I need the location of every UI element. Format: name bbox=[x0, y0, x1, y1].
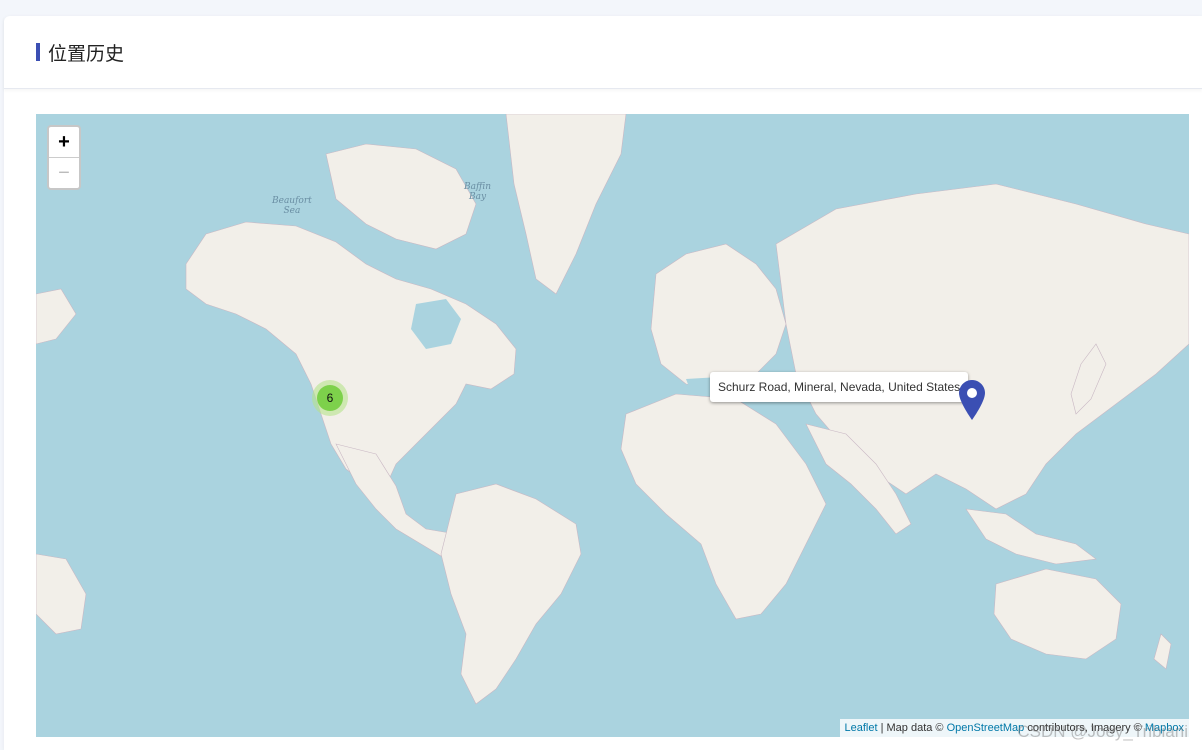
zoom-out-button[interactable]: − bbox=[49, 158, 79, 188]
leaflet-link[interactable]: Leaflet bbox=[845, 722, 878, 734]
land-north-america bbox=[185, 221, 517, 487]
land-africa bbox=[620, 393, 827, 620]
csdn-watermark: CSDN @Joey_Tribiani bbox=[1017, 722, 1188, 741]
map-pin-icon[interactable] bbox=[958, 379, 986, 421]
title-accent-bar bbox=[36, 43, 40, 61]
land-arctic-islands bbox=[325, 143, 477, 250]
card-header: 位置历史 bbox=[4, 16, 1202, 89]
location-tooltip: Schurz Road, Mineral, Nevada, United Sta… bbox=[710, 372, 969, 402]
attribution-sep: | Map data © bbox=[877, 722, 947, 734]
cluster-count: 6 bbox=[317, 385, 343, 411]
land-greenland bbox=[505, 114, 627, 295]
land-west-edge bbox=[36, 288, 77, 345]
zoom-in-button[interactable]: + bbox=[49, 127, 79, 158]
marker-cluster[interactable]: 6 bbox=[312, 380, 348, 416]
land-southeast-asia bbox=[965, 508, 1097, 565]
land-europe bbox=[650, 243, 787, 390]
label-beaufort-sea: Beaufort Sea bbox=[272, 196, 312, 216]
page-title: 位置历史 bbox=[48, 43, 125, 65]
map-container[interactable]: Beaufort Sea Baffin Bay + − 6 Schurz Roa… bbox=[36, 114, 1189, 737]
basemap-tiles[interactable] bbox=[36, 114, 1189, 737]
land-west-edge-south bbox=[36, 553, 87, 635]
land-australia bbox=[993, 568, 1122, 660]
zoom-control: + − bbox=[47, 125, 81, 190]
land-new-zealand bbox=[1153, 633, 1172, 670]
land-south-america bbox=[440, 483, 582, 705]
osm-link[interactable]: OpenStreetMap bbox=[947, 722, 1025, 734]
label-baffin-bay: Baffin Bay bbox=[464, 182, 492, 202]
